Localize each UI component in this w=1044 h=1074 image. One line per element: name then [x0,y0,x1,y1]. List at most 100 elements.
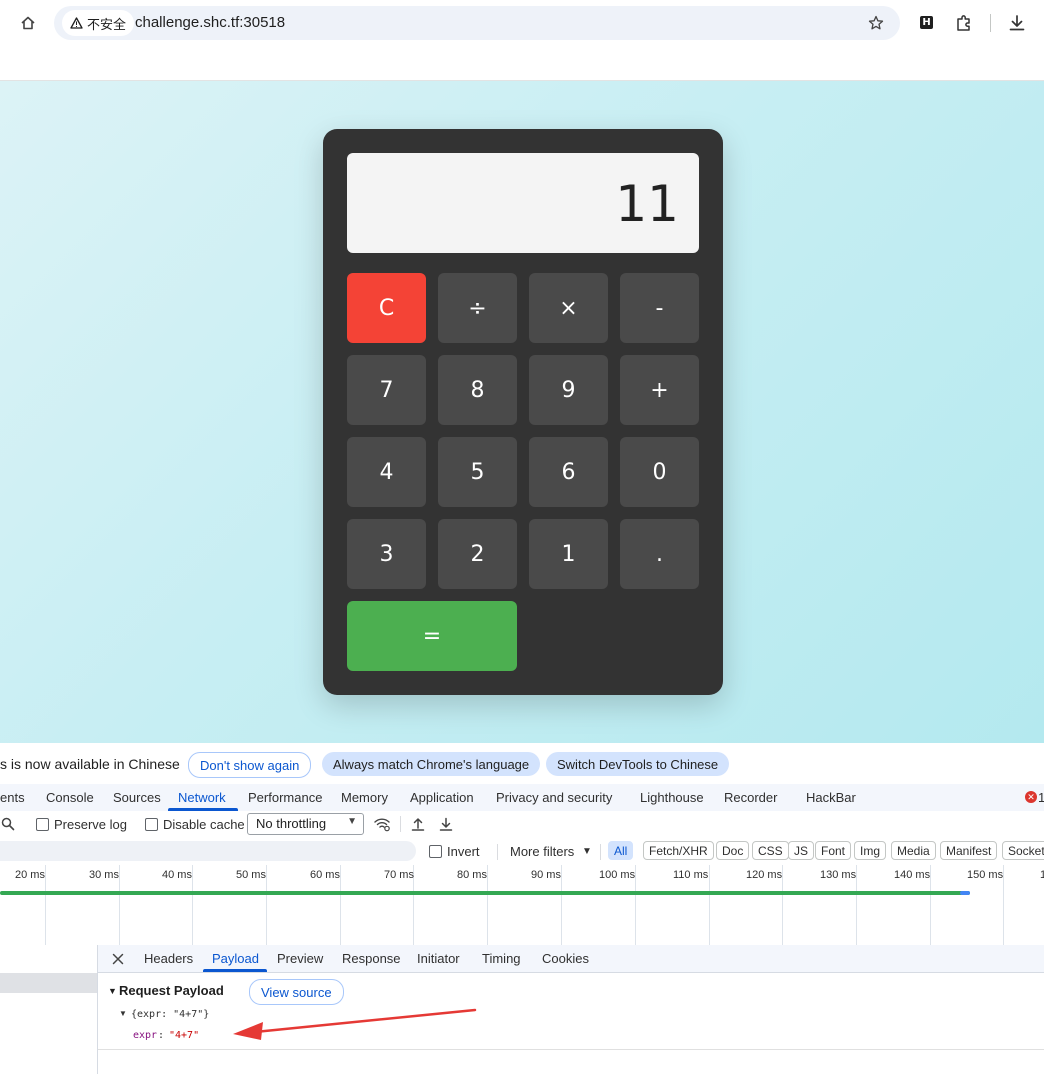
clear-button[interactable]: C [347,273,426,343]
error-count: 1 [1038,790,1044,805]
filter-chip-img[interactable]: Img [854,841,887,860]
switch-devtools-chinese-button[interactable]: Switch DevTools to Chinese [546,752,730,776]
chevron-down-icon: ▼ [582,846,592,857]
request-waterfall-bar-end [960,891,970,895]
filter-chip-css[interactable]: CSS [752,841,789,860]
key-9-button[interactable]: 9 [529,355,608,425]
tab-hackbar[interactable]: HackBar [806,790,856,805]
payload-value: "4+7" [169,1030,200,1041]
plus-button[interactable]: + [620,355,699,425]
timeline-gridline [192,865,193,945]
export-har-icon[interactable] [437,815,455,833]
hackbar-extension-icon[interactable]: H [920,16,933,29]
request-waterfall-bar [0,891,970,895]
invert-checkbox[interactable] [429,845,442,858]
key-2-button[interactable]: 2 [438,519,517,589]
security-chip[interactable]: 不安全 [62,10,135,36]
triangle-down-icon[interactable]: ▼ [119,1009,127,1018]
key-6-button[interactable]: 6 [529,437,608,507]
disable-cache-label: Disable cache [163,817,245,832]
timeline-tick-label: 20 ms [15,869,45,881]
tab-payload[interactable]: Payload [212,951,259,966]
key-7-button[interactable]: 7 [347,355,426,425]
filter-chip-font[interactable]: Font [815,841,852,860]
tab-network[interactable]: Network [178,790,226,805]
key-3-button[interactable]: 3 [347,519,426,589]
dont-show-again-button[interactable]: Don't show again [188,752,312,778]
tab-recorder[interactable]: Recorder [724,790,777,805]
tab-performance[interactable]: Performance [248,790,322,805]
import-har-icon[interactable] [409,815,427,833]
timeline-gridline [1003,865,1004,945]
devtools-tab-bar: ents Console Sources Network Performance… [0,784,1044,812]
key-1-button[interactable]: 1 [529,519,608,589]
tab-elements[interactable]: ents [0,790,25,805]
more-filters-button[interactable]: More filters [510,844,574,859]
request-detail-tabs: Headers Payload Preview Response Initiat… [98,945,1044,973]
url-text[interactable]: challenge.shc.tf:30518 [135,6,285,40]
minus-button[interactable]: - [620,273,699,343]
triangle-down-icon[interactable]: ▼ [108,986,117,996]
key-5-button[interactable]: 5 [438,437,517,507]
filter-divider [600,844,601,860]
error-icon[interactable]: ✕ [1025,791,1037,803]
star-icon[interactable] [866,13,886,33]
tab-headers[interactable]: Headers [144,951,193,966]
tab-cookies[interactable]: Cookies [542,951,589,966]
network-conditions-icon[interactable] [372,815,392,833]
timeline-gridline [930,865,931,945]
tab-memory[interactable]: Memory [341,790,388,805]
multiply-button[interactable]: × [529,273,608,343]
filter-chip-all[interactable]: All [608,841,634,860]
filter-input[interactable] [0,841,416,861]
tab-console[interactable]: Console [46,790,94,805]
download-icon[interactable] [1006,12,1028,34]
throttling-select[interactable]: No throttling ▼ [247,813,364,835]
home-icon[interactable] [18,13,38,33]
search-icon[interactable] [0,816,16,832]
tab-initiator[interactable]: Initiator [417,951,460,966]
filter-chip-socket[interactable]: Socket [1002,841,1044,860]
network-timeline[interactable]: 20 ms 30 ms 40 ms 50 ms 60 ms 70 ms 80 m… [0,865,1044,946]
tab-response[interactable]: Response [342,951,401,966]
tab-preview[interactable]: Preview [277,951,323,966]
timeline-tick-label: 1 [1040,869,1044,881]
view-source-button[interactable]: View source [249,979,344,1005]
security-label: 不安全 [87,16,127,32]
close-icon[interactable] [110,951,126,967]
active-detail-tab-indicator [203,969,267,972]
decimal-button[interactable]: . [620,519,699,589]
key-4-button[interactable]: 4 [347,437,426,507]
timeline-tick-label: 50 ms [236,869,266,881]
key-0-button[interactable]: 0 [620,437,699,507]
payload-divider [98,1049,1044,1050]
key-8-button[interactable]: 8 [438,355,517,425]
payload-colon: : [158,1030,165,1041]
request-payload-heading[interactable]: Request Payload [119,983,224,998]
timeline-tick-label: 100 ms [599,869,636,881]
warning-icon [70,17,83,29]
filter-chip-doc[interactable]: Doc [716,841,750,860]
preserve-log-checkbox[interactable] [36,818,49,831]
timeline-tick-label: 110 ms [673,869,709,881]
tab-privacy-security[interactable]: Privacy and security [496,790,612,805]
extensions-icon[interactable] [953,12,975,34]
address-bar[interactable]: 不安全 challenge.shc.tf:30518 [54,6,900,40]
tab-sources[interactable]: Sources [113,790,161,805]
filter-chip-js[interactable]: JS [788,841,815,860]
browser-toolbar: 不安全 challenge.shc.tf:30518 H [0,0,1044,48]
equals-button[interactable]: = [347,601,517,671]
always-match-language-button[interactable]: Always match Chrome's language [322,752,541,776]
divide-button[interactable]: ÷ [438,273,517,343]
filter-chip-media[interactable]: Media [891,841,936,860]
filter-divider [497,844,498,860]
tab-timing[interactable]: Timing [482,951,521,966]
payload-key: expr [133,1030,158,1041]
tab-lighthouse[interactable]: Lighthouse [640,790,704,805]
tab-application[interactable]: Application [410,790,474,805]
toolbar-separator [990,14,991,32]
filter-chip-manifest[interactable]: Manifest [940,841,998,860]
filter-chip-fetch-xhr[interactable]: Fetch/XHR [643,841,714,860]
disable-cache-checkbox[interactable] [145,818,158,831]
selected-request-row[interactable] [0,973,97,993]
